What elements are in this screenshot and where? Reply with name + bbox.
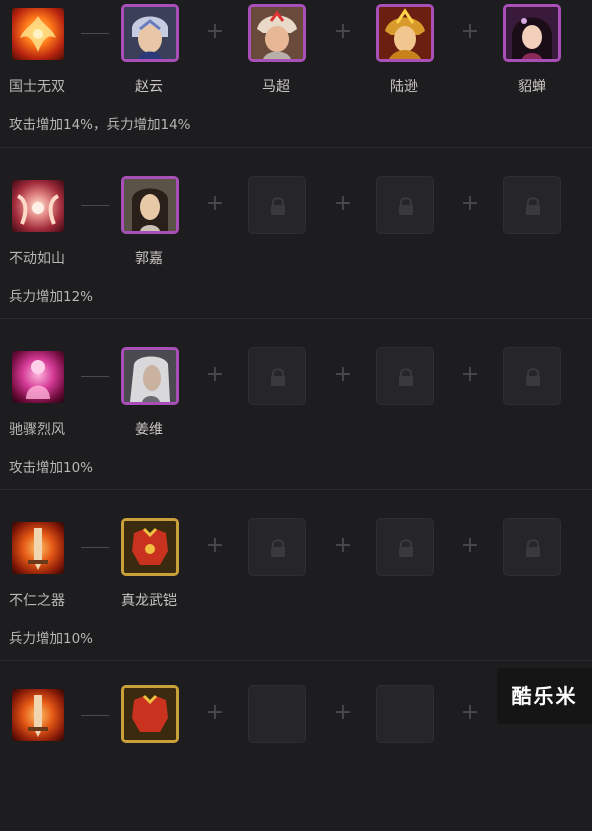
plus-icon: + (460, 700, 480, 725)
item-slot[interactable] (121, 685, 179, 743)
hero-slot[interactable] (376, 4, 434, 62)
hero-name: 赵云 (135, 79, 163, 95)
bonus-text: 攻击增加14%，兵力增加14% (9, 117, 191, 133)
hero-name: 陆逊 (390, 79, 418, 95)
lock-icon (526, 539, 540, 557)
mirror-aura-icon[interactable] (12, 180, 64, 232)
plus-icon: + (460, 191, 480, 216)
lock-icon (526, 197, 540, 215)
hero-portrait (124, 179, 176, 231)
item-name: 真龙武铠 (121, 593, 177, 609)
hero-portrait (124, 350, 176, 402)
connector-line (81, 547, 109, 548)
phoenix-icon[interactable] (12, 8, 64, 60)
plus-icon: + (333, 191, 353, 216)
lock-icon (399, 197, 413, 215)
hero-portrait (251, 7, 303, 59)
item-slot[interactable] (121, 518, 179, 576)
lock-icon (526, 368, 540, 386)
skill-name: 不仁之器 (9, 593, 65, 609)
lock-icon (271, 197, 285, 215)
hero-name: 貂蝉 (518, 79, 546, 95)
combo-row: 真龙武铠 + + + 不仁之器 兵力增加10% (0, 489, 592, 660)
bonus-text: 兵力增加12% (9, 289, 94, 305)
locked-slot[interactable] (376, 685, 434, 743)
armor-icon (124, 688, 176, 740)
plus-icon: + (460, 533, 480, 558)
locked-slot[interactable] (376, 518, 434, 576)
hero-slot[interactable] (248, 4, 306, 62)
plus-icon: + (205, 533, 225, 558)
crimson-spirit-icon[interactable] (12, 351, 64, 403)
skill-name: 国士无双 (9, 79, 65, 95)
plus-icon: + (205, 191, 225, 216)
armor-icon (124, 521, 176, 573)
bonus-text: 兵力增加10% (9, 631, 94, 647)
bonus-text: 攻击增加10% (9, 460, 94, 476)
locked-slot[interactable] (376, 347, 434, 405)
plus-icon: + (205, 700, 225, 725)
flaming-blade-icon[interactable] (12, 689, 64, 741)
plus-icon: + (333, 362, 353, 387)
lock-icon (399, 539, 413, 557)
hero-slot[interactable] (121, 176, 179, 234)
locked-slot[interactable] (248, 176, 306, 234)
connector-line (81, 33, 109, 34)
lock-icon (271, 368, 285, 386)
plus-icon: + (205, 362, 225, 387)
combo-row: 郭嘉 + + + 不动如山 兵力增加12% (0, 147, 592, 318)
locked-slot[interactable] (248, 347, 306, 405)
hero-name: 姜维 (135, 422, 163, 438)
locked-slot[interactable] (503, 176, 561, 234)
locked-slot[interactable] (376, 176, 434, 234)
hero-portrait (379, 7, 431, 59)
plus-icon: + (460, 362, 480, 387)
connector-line (81, 715, 109, 716)
connector-line (81, 205, 109, 206)
hero-name: 郭嘉 (135, 251, 163, 267)
locked-slot[interactable] (503, 347, 561, 405)
hero-slot[interactable] (503, 4, 561, 62)
plus-icon: + (460, 19, 480, 44)
lock-icon (399, 368, 413, 386)
connector-line (81, 376, 109, 377)
watermark: 酷乐米 (497, 668, 592, 724)
combo-row: 赵云 + 马超 + 陆逊 + 貂蝉 国士无双 攻击增加14%，兵力增加14% (0, 0, 592, 146)
flaming-blade-icon[interactable] (12, 522, 64, 574)
combo-row: 姜维 + + + 驰骤烈风 攻击增加10% (0, 318, 592, 489)
locked-slot[interactable] (248, 685, 306, 743)
lock-icon (271, 539, 285, 557)
hero-slot[interactable] (121, 4, 179, 62)
hero-portrait (506, 7, 558, 59)
skill-name: 驰骤烈风 (9, 422, 65, 438)
locked-slot[interactable] (248, 518, 306, 576)
hero-name: 马超 (262, 79, 290, 95)
plus-icon: + (333, 19, 353, 44)
hero-slot[interactable] (121, 347, 179, 405)
plus-icon: + (333, 700, 353, 725)
plus-icon: + (333, 533, 353, 558)
locked-slot[interactable] (503, 518, 561, 576)
skill-name: 不动如山 (9, 251, 65, 267)
hero-portrait (124, 7, 176, 59)
plus-icon: + (205, 19, 225, 44)
